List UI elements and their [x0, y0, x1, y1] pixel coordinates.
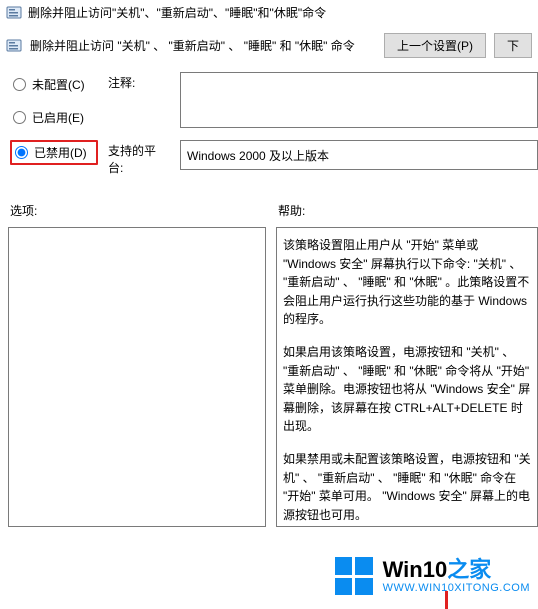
policy-title: 删除并阻止访问 "关机" 、 "重新启动" 、 "睡眠" 和 "休眠" 命令: [30, 37, 376, 54]
comment-textarea[interactable]: [180, 72, 538, 128]
policy-icon: [6, 5, 22, 21]
help-paragraph: 如果禁用或未配置该策略设置，电源按钮和 "关机" 、 "重新启动" 、 "睡眠"…: [283, 450, 531, 524]
supported-platform-value: Windows 2000 及以上版本: [180, 140, 538, 170]
radio-not-configured-label: 未配置(C): [32, 76, 85, 93]
radio-not-configured[interactable]: 未配置(C): [10, 74, 98, 95]
help-panel: 该策略设置阻止用户从 "开始" 菜单或 "Windows 安全" 屏幕执行以下命…: [276, 227, 538, 527]
help-paragraph: 该策略设置阻止用户从 "开始" 菜单或 "Windows 安全" 屏幕执行以下命…: [283, 236, 531, 329]
radio-enabled-label: 已启用(E): [32, 109, 84, 126]
watermark-url: WWW.WIN10XITONG.COM: [383, 582, 530, 594]
help-section-label: 帮助:: [278, 202, 305, 219]
window-title: 删除并阻止访问"关机"、"重新启动"、"睡眠"和"休眠"命令: [28, 4, 326, 21]
watermark: Win10之家 WWW.WIN10XITONG.COM: [327, 551, 538, 601]
comment-label: 注释:: [108, 72, 170, 128]
previous-setting-button[interactable]: 上一个设置(P): [384, 33, 486, 58]
next-setting-button[interactable]: 下: [494, 33, 532, 58]
radio-disabled[interactable]: 已禁用(D): [10, 140, 98, 165]
options-section-label: 选项:: [10, 202, 278, 219]
help-paragraph: 如果启用该策略设置，电源按钮和 "关机" 、 "重新启动" 、 "睡眠" 和 "…: [283, 343, 531, 436]
options-panel: [8, 227, 266, 527]
radio-disabled-input[interactable]: [15, 146, 28, 159]
radio-not-configured-input[interactable]: [13, 78, 26, 91]
windows-logo-icon: [335, 557, 373, 595]
red-marker: [445, 591, 448, 609]
radio-disabled-label: 已禁用(D): [34, 144, 87, 161]
radio-enabled[interactable]: 已启用(E): [10, 107, 98, 128]
radio-enabled-input[interactable]: [13, 111, 26, 124]
watermark-brand: Win10之家: [383, 558, 530, 582]
policy-icon: [6, 38, 22, 54]
supported-platform-label: 支持的平台:: [108, 140, 170, 176]
